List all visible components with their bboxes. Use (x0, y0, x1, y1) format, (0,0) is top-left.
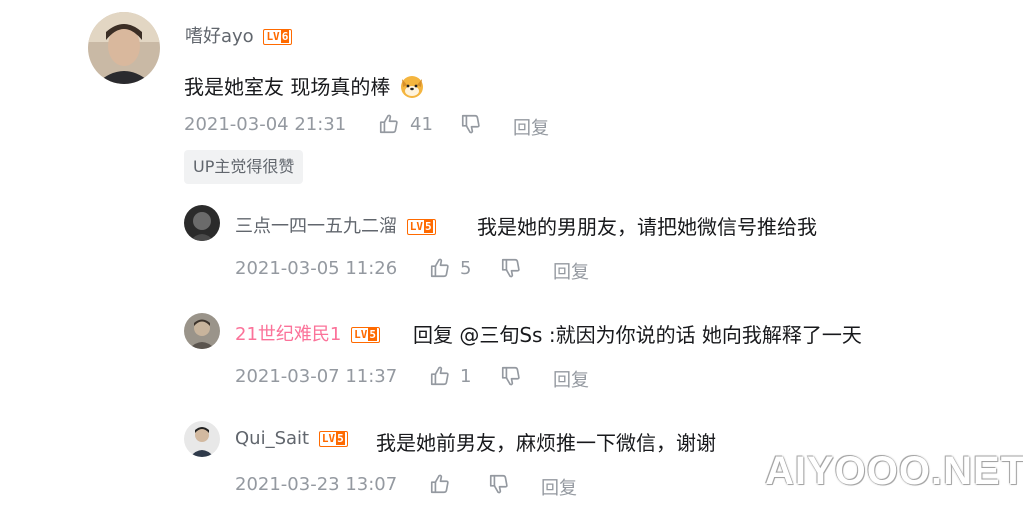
level-badge: LV 5 (318, 431, 348, 447)
up-liked-badge: UP主觉得很赞 (184, 150, 304, 184)
timestamp: 2021-03-23 13:07 (235, 474, 398, 495)
thumbs-down-icon[interactable] (488, 473, 510, 495)
avatar[interactable] (184, 313, 220, 349)
reply-button[interactable]: 回复 (513, 114, 549, 140)
dog-emoji-icon (399, 73, 425, 99)
thumbs-down-icon[interactable] (500, 365, 522, 387)
reply-text: 我是她的男朋友，请把她微信号推给我 (477, 215, 817, 239)
thumbs-down-icon[interactable] (460, 113, 482, 135)
reply-text: 我是她前男友，麻烦推一下微信，谢谢 (376, 431, 716, 455)
reply-button[interactable]: 回复 (553, 258, 589, 284)
level-badge: LV 6 (263, 29, 293, 45)
reply-text: 回复 @三旬Ss :就因为你说的话 她向我解释了一天 (413, 323, 862, 347)
like-count: 41 (410, 114, 433, 135)
avatar[interactable] (88, 12, 160, 84)
username[interactable]: 21世纪难民1 LV 5 (235, 320, 380, 346)
level-badge: LV 5 (406, 219, 436, 235)
like-count: 5 (460, 258, 472, 279)
username[interactable]: 嗜好ayo LV 6 (185, 22, 293, 48)
thumbs-down-icon[interactable] (500, 257, 522, 279)
avatar[interactable] (184, 421, 220, 457)
watermark: AIYOOO.NET (765, 449, 1023, 493)
timestamp: 2021-03-07 11:37 (235, 366, 398, 387)
level-badge: LV 5 (351, 327, 380, 343)
username[interactable]: 三点一四一五九二溜 LV 5 (235, 212, 436, 238)
comment-text: 我是她室友 现场真的棒 (184, 71, 425, 100)
timestamp: 2021-03-04 21:31 (184, 114, 347, 135)
thumbs-up-icon[interactable] (429, 257, 451, 279)
reply-button[interactable]: 回复 (541, 474, 577, 500)
thumbs-up-icon[interactable] (429, 365, 451, 387)
thumbs-up-icon[interactable] (429, 473, 451, 495)
thumbs-up-icon[interactable] (378, 113, 400, 135)
reply-button[interactable]: 回复 (553, 366, 589, 392)
username[interactable]: Qui_Sait LV 5 (235, 428, 348, 449)
timestamp: 2021-03-05 11:26 (235, 258, 398, 279)
like-count: 1 (460, 366, 472, 387)
avatar[interactable] (184, 205, 220, 241)
